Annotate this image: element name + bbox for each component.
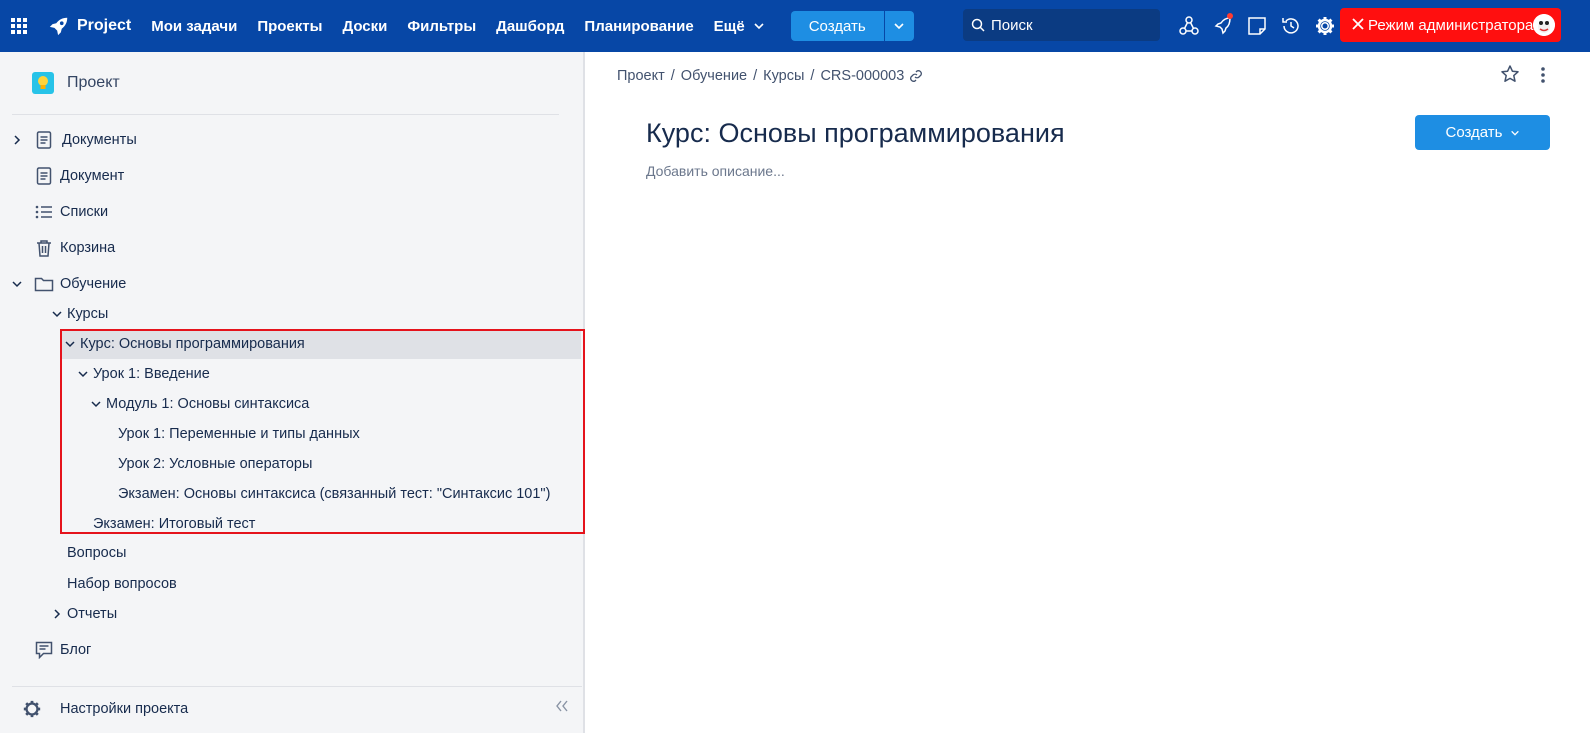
create-button[interactable]: Создать bbox=[1415, 115, 1550, 150]
sidebar-item-trash[interactable]: Корзина bbox=[34, 234, 115, 262]
chevron-down-icon bbox=[754, 23, 764, 30]
more-options-icon[interactable] bbox=[1536, 66, 1550, 89]
main-nav: Мои задачи Проекты Доски Фильтры Дашборд… bbox=[141, 0, 774, 52]
chevron-right-icon[interactable] bbox=[12, 135, 22, 145]
breadcrumb-item[interactable]: Проект bbox=[617, 68, 665, 84]
create-button[interactable]: Создать bbox=[790, 11, 884, 41]
gear-icon bbox=[22, 699, 42, 719]
top-icon-bar bbox=[1172, 0, 1342, 52]
sidebar-item-reports[interactable]: Отчеты bbox=[52, 600, 117, 628]
admin-mode-button[interactable]: Режим администратора bbox=[1340, 8, 1561, 42]
divider bbox=[12, 686, 582, 687]
rocket-icon bbox=[49, 17, 68, 36]
note-icon[interactable] bbox=[1240, 0, 1274, 52]
sidebar-item-label: Набор вопросов bbox=[67, 576, 177, 592]
sidebar-item-questions[interactable]: Вопросы bbox=[67, 539, 126, 567]
sidebar-item-label: Курсы bbox=[67, 306, 109, 322]
nav-more[interactable]: Ещё bbox=[704, 0, 775, 52]
search-placeholder: Поиск bbox=[991, 16, 1033, 34]
avatar[interactable] bbox=[1533, 14, 1555, 36]
sidebar-item-question-set[interactable]: Набор вопросов bbox=[67, 570, 177, 598]
sidebar-item-learning[interactable]: Обучение bbox=[12, 270, 126, 298]
nav-filters[interactable]: Фильтры bbox=[397, 0, 486, 52]
nav-boards[interactable]: Доски bbox=[332, 0, 397, 52]
gear-icon[interactable] bbox=[1308, 0, 1342, 52]
nav-dashboard[interactable]: Дашборд bbox=[486, 0, 574, 52]
sidebar-item-label: Настройки проекта bbox=[60, 701, 189, 717]
triangle-circles-icon[interactable] bbox=[1172, 0, 1206, 52]
star-icon[interactable] bbox=[1500, 64, 1520, 89]
trash-icon bbox=[34, 238, 54, 258]
sidebar-item-label: Обучение bbox=[60, 276, 127, 292]
brand-name: Project bbox=[77, 17, 132, 34]
breadcrumb-item[interactable]: Обучение bbox=[681, 68, 747, 84]
sidebar-item-label: Документ bbox=[60, 168, 125, 184]
sidebar-item-documents[interactable]: Документы bbox=[12, 126, 137, 154]
list-icon bbox=[34, 202, 54, 222]
folder-icon bbox=[34, 274, 54, 294]
brand-logo[interactable]: Project bbox=[48, 0, 131, 52]
project-sidebar: Проект Документы Документ Списки Корзина bbox=[0, 52, 585, 733]
sidebar-item-label: Вопросы bbox=[67, 545, 127, 561]
create-button-group: Создать bbox=[790, 11, 914, 41]
chevron-right-icon[interactable] bbox=[52, 609, 62, 619]
breadcrumb-item[interactable]: Курсы bbox=[763, 68, 804, 84]
sidebar-item-courses[interactable]: Курсы bbox=[52, 300, 108, 328]
sidebar-item-label: Списки bbox=[60, 204, 109, 220]
divider bbox=[12, 114, 559, 115]
sidebar-item-blog[interactable]: Блог bbox=[34, 636, 91, 664]
breadcrumb-separator: / bbox=[753, 68, 758, 84]
project-name: Проект bbox=[67, 74, 120, 91]
highlight-frame bbox=[60, 329, 585, 534]
chevron-down-icon[interactable] bbox=[52, 309, 62, 319]
breadcrumb-item[interactable]: CRS-000003 bbox=[820, 68, 904, 84]
double-chevron-left-icon bbox=[556, 700, 568, 712]
sidebar-item-label: Корзина bbox=[60, 240, 116, 256]
nav-projects[interactable]: Проекты bbox=[247, 0, 332, 52]
sidebar-item-label: Документы bbox=[62, 132, 137, 148]
history-icon[interactable] bbox=[1274, 0, 1308, 52]
chevron-down-icon bbox=[894, 23, 904, 30]
nav-my-tasks[interactable]: Мои задачи bbox=[141, 0, 247, 52]
search-icon bbox=[971, 18, 985, 32]
nav-planning[interactable]: Планирование bbox=[574, 0, 703, 52]
sidebar-item-label: Отчеты bbox=[67, 606, 118, 622]
top-navigation-bar: Project Мои задачи Проекты Доски Фильтры… bbox=[0, 0, 1590, 52]
chevron-down-icon bbox=[1510, 130, 1519, 136]
admin-mode-label: Режим администратора bbox=[1368, 16, 1534, 34]
sidebar-item-document[interactable]: Документ bbox=[34, 162, 124, 190]
notifications-rocket-icon[interactable] bbox=[1206, 0, 1240, 52]
chevron-down-icon[interactable] bbox=[12, 279, 22, 289]
lightbulb-icon bbox=[32, 72, 54, 94]
breadcrumb-separator: / bbox=[810, 68, 815, 84]
sidebar-item-lists[interactable]: Списки bbox=[34, 198, 108, 226]
comment-icon bbox=[34, 640, 54, 660]
breadcrumb-separator: / bbox=[670, 68, 675, 84]
sidebar-item-label: Блог bbox=[60, 642, 92, 658]
search-input[interactable]: Поиск bbox=[963, 9, 1160, 41]
project-header[interactable]: Проект bbox=[32, 72, 120, 94]
notification-dot bbox=[1227, 13, 1233, 19]
create-dropdown-button[interactable] bbox=[883, 11, 914, 41]
app-switcher-icon[interactable] bbox=[0, 0, 38, 52]
description-field[interactable]: Добавить описание... bbox=[646, 163, 785, 179]
page-title: Курс: Основы программирования bbox=[646, 118, 1065, 148]
document-icon bbox=[34, 130, 54, 150]
link-icon[interactable] bbox=[909, 69, 923, 83]
nav-more-label: Ещё bbox=[713, 17, 745, 35]
create-button-label: Создать bbox=[1445, 124, 1503, 141]
close-icon bbox=[1352, 17, 1364, 34]
collapse-sidebar-button[interactable] bbox=[555, 692, 569, 720]
document-icon bbox=[34, 166, 54, 186]
breadcrumb: Проект / Обучение / Курсы / CRS-000003 bbox=[617, 68, 923, 84]
sidebar-item-settings[interactable]: Настройки проекта bbox=[22, 695, 188, 723]
